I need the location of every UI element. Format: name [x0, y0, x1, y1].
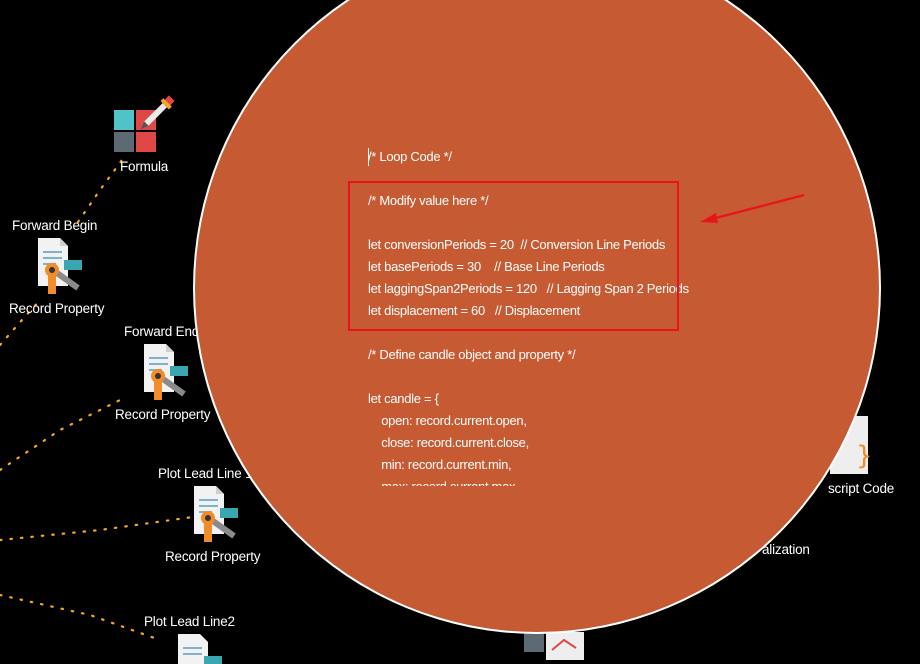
record-property-label-1: Record Property — [9, 301, 105, 316]
script-code-label: script Code — [828, 481, 895, 496]
plot-lead-line-2-node[interactable]: Plot Lead Line2 — [144, 614, 244, 664]
forward-begin-label: Forward Begin — [12, 218, 98, 233]
annotation-arrow-icon — [700, 193, 805, 223]
visualization-label: alization — [762, 542, 810, 557]
code-line: max: record.current.max, — [368, 476, 698, 486]
code-line: /* Define candle object and property */ — [368, 347, 576, 362]
record-property-icon — [38, 238, 82, 294]
record-property-node-1[interactable]: Record Property — [8, 236, 118, 318]
code-line: close: record.current.close, — [368, 435, 529, 450]
code-line: let candle = { — [368, 391, 439, 406]
highlight-box — [348, 181, 679, 331]
svg-text:}: } — [856, 441, 870, 471]
record-property-icon — [144, 344, 188, 400]
code-line: min: record.current.min, — [368, 457, 512, 472]
code-line: open: record.current.open, — [368, 413, 527, 428]
code-line: /* Loop Code */ — [368, 149, 452, 164]
formula-icon — [114, 95, 175, 152]
formula-node[interactable]: Formula — [108, 92, 178, 177]
record-property-label-3: Record Property — [165, 549, 261, 564]
formula-label: Formula — [120, 159, 169, 174]
record-property-icon — [178, 634, 222, 664]
plot-lead-line-2-label: Plot Lead Line2 — [144, 614, 235, 629]
forward-end-label: Forward End — [124, 324, 200, 339]
record-property-node-3[interactable]: Record Property — [164, 484, 274, 566]
plot-lead-line-1-label: Plot Lead Line 1 — [158, 466, 253, 481]
record-property-icon — [194, 486, 238, 542]
record-property-label-2: Record Property — [115, 407, 211, 422]
